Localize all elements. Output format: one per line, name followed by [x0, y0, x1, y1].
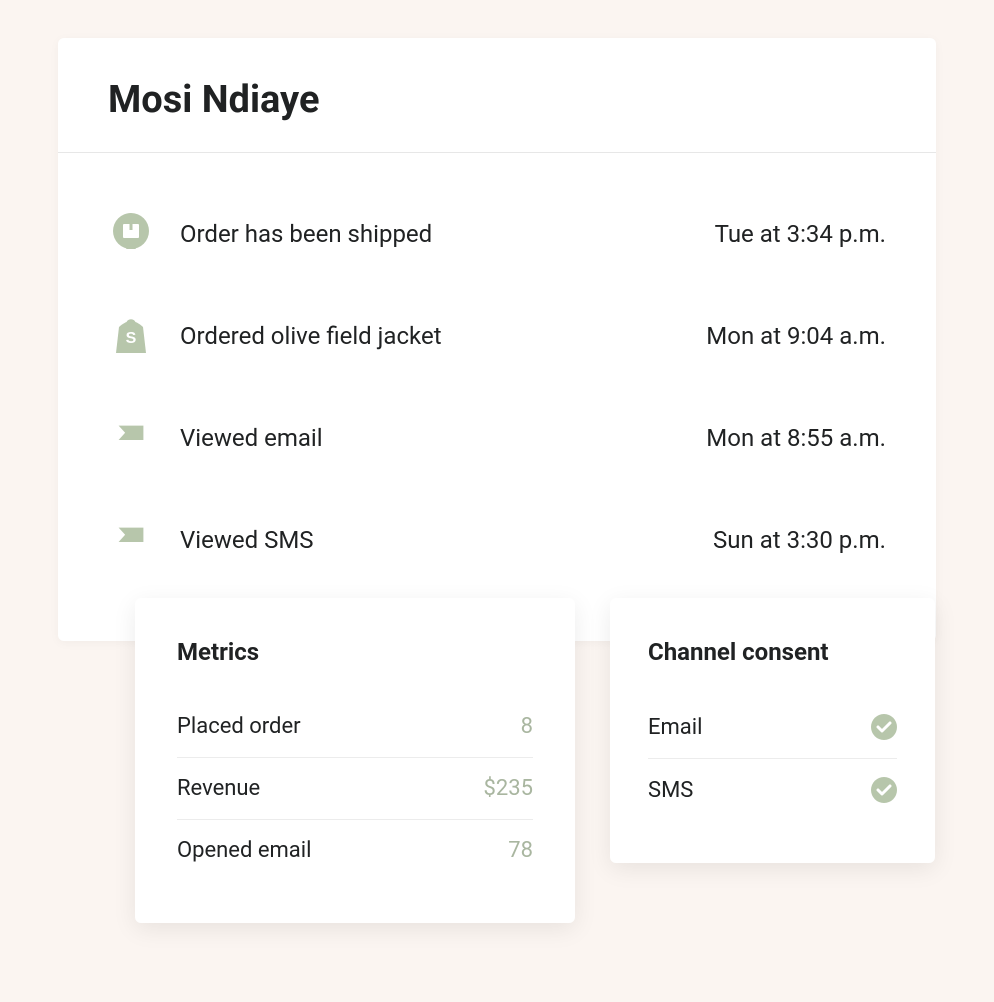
metric-label: Placed order [177, 714, 301, 739]
metrics-title: Metrics [177, 638, 533, 666]
customer-activity-card: Mosi Ndiaye Order has been shipped Tue a… [58, 38, 936, 641]
metric-label: Revenue [177, 776, 260, 801]
consent-title: Channel consent [648, 638, 897, 666]
activity-row: S Ordered olive field jacket Mon at 9:04… [108, 285, 886, 387]
metric-row: Placed order 8 [177, 696, 533, 758]
metrics-card: Metrics Placed order 8 Revenue $235 Open… [135, 598, 575, 923]
consent-label: SMS [648, 778, 693, 803]
consent-label: Email [648, 715, 702, 740]
activity-label: Viewed email [180, 424, 706, 452]
activity-label: Order has been shipped [180, 220, 715, 248]
metric-value: 78 [508, 838, 533, 863]
activity-label: Ordered olive field jacket [180, 322, 706, 350]
customer-header: Mosi Ndiaye [58, 38, 936, 153]
activity-list: Order has been shipped Tue at 3:34 p.m. … [58, 153, 936, 641]
check-icon [871, 714, 897, 740]
activity-row: Viewed email Mon at 8:55 a.m. [108, 387, 886, 489]
channel-consent-card: Channel consent Email SMS [610, 598, 935, 863]
metric-label: Opened email [177, 838, 311, 863]
activity-label: Viewed SMS [180, 526, 713, 554]
metric-row: Revenue $235 [177, 758, 533, 820]
metric-value: $235 [484, 776, 533, 801]
activity-time: Mon at 9:04 a.m. [706, 322, 886, 350]
svg-text:S: S [126, 330, 137, 347]
activity-time: Mon at 8:55 a.m. [706, 424, 886, 452]
flag-icon [108, 415, 154, 461]
activity-row: Order has been shipped Tue at 3:34 p.m. [108, 183, 886, 285]
flag-icon [108, 517, 154, 563]
package-icon [108, 211, 154, 257]
consent-row: SMS [648, 759, 897, 821]
consent-row: Email [648, 696, 897, 759]
activity-time: Tue at 3:34 p.m. [715, 220, 886, 248]
activity-time: Sun at 3:30 p.m. [713, 526, 886, 554]
metric-row: Opened email 78 [177, 820, 533, 881]
metric-value: 8 [521, 714, 533, 739]
customer-name: Mosi Ndiaye [108, 78, 886, 122]
check-icon [871, 777, 897, 803]
shopify-icon: S [108, 313, 154, 359]
activity-row: Viewed SMS Sun at 3:30 p.m. [108, 489, 886, 591]
